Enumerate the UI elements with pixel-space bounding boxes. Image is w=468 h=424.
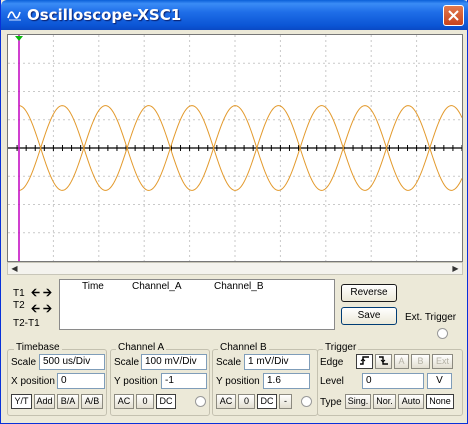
scroll-right-icon[interactable]: ▶ <box>449 263 462 274</box>
t2-label: T2 <box>13 300 25 311</box>
channel-a-ypos-field[interactable]: -1 <box>161 373 207 389</box>
mode-add-button[interactable]: Add <box>34 394 55 409</box>
scroll-left-icon[interactable]: ◀ <box>8 263 21 274</box>
oscilloscope-screen[interactable] <box>7 34 463 262</box>
trigger-type-single-button[interactable]: Sing. <box>345 394 371 409</box>
channel-a-dc-button[interactable]: DC <box>156 394 176 409</box>
mode-ab-button[interactable]: A/B <box>81 394 103 409</box>
falling-edge-icon <box>379 356 388 365</box>
channel-b-ypos-field[interactable]: 1.6 <box>263 373 310 389</box>
ext-trigger-label: Ext. Trigger <box>405 312 457 323</box>
channel-b-scale-label: Scale <box>216 357 242 368</box>
level-label: Level <box>320 376 344 387</box>
measurement-readout: Time Channel_A Channel_B <box>59 279 335 330</box>
channel-b-terminal[interactable] <box>301 396 312 407</box>
channel-a-terminal[interactable] <box>195 396 206 407</box>
readout-header-channel-a: Channel_A <box>132 281 182 292</box>
t2-t1-label: T2-T1 <box>13 318 40 329</box>
channel-b-title: Channel B <box>218 342 269 353</box>
trigger-level-field[interactable]: 0 <box>362 373 424 389</box>
timebase-title: Timebase <box>14 342 62 353</box>
cursor-t1-marker[interactable] <box>15 36 23 41</box>
timebase-scale-label: Scale <box>11 357 37 368</box>
trigger-type-auto-button[interactable]: Auto <box>398 394 424 409</box>
trigger-type-label: Type <box>320 397 342 408</box>
center-axis <box>8 145 462 151</box>
t1-right-arrow-icon[interactable]: 🡪 <box>42 288 53 299</box>
ext-trigger-terminal[interactable] <box>437 328 448 339</box>
x-position-field[interactable]: 0 <box>57 373 105 389</box>
rising-edge-button[interactable] <box>356 354 373 369</box>
title-bar[interactable]: Oscilloscope-XSC1 <box>1 0 468 30</box>
save-button[interactable]: Save <box>341 307 397 325</box>
rising-edge-icon <box>360 356 369 365</box>
oscilloscope-window: Oscilloscope-XSC1 ◀ ▶ T1 🡨 🡪 T2 🡨 🡪 T2-T… <box>0 0 468 424</box>
trigger-title: Trigger <box>323 342 359 353</box>
channel-a-scale-field[interactable]: 100 mV/Div <box>141 354 207 370</box>
trigger-source-a-button[interactable]: A <box>394 354 409 369</box>
horizontal-scrollbar[interactable]: ◀ ▶ <box>7 262 463 275</box>
channel-b-ac-button[interactable]: AC <box>216 394 236 409</box>
trigger-level-unit[interactable]: V <box>427 373 452 389</box>
channel-a-ypos-label: Y position <box>114 376 158 387</box>
mode-ba-button[interactable]: B/A <box>57 394 79 409</box>
channel-b-dc-button[interactable]: DC <box>257 394 277 409</box>
trigger-source-b-button[interactable]: B <box>411 354 430 369</box>
trigger-source-ext-button[interactable]: Ext <box>432 354 453 369</box>
channel-a-title: Channel A <box>116 342 167 353</box>
channel-b-invert-button[interactable]: - <box>279 394 292 409</box>
channel-a-scale-label: Scale <box>114 357 140 368</box>
oscilloscope-app-icon <box>7 8 23 22</box>
t2-left-arrow-icon[interactable]: 🡨 <box>30 304 41 315</box>
falling-edge-button[interactable] <box>375 354 392 369</box>
channel-a-zero-button[interactable]: 0 <box>136 394 154 409</box>
channel-b-scale-field[interactable]: 1 mV/Div <box>244 354 310 370</box>
channel-b-ypos-label: Y position <box>216 376 260 387</box>
t1-label: T1 <box>13 288 25 299</box>
readout-header-time: Time <box>82 281 104 292</box>
close-icon <box>448 10 459 21</box>
trigger-type-none-button[interactable]: None <box>426 394 454 409</box>
cursor-controls: T1 🡨 🡪 T2 🡨 🡪 T2-T1 <box>11 286 56 332</box>
edge-label: Edge <box>320 357 344 368</box>
close-button[interactable] <box>443 5 464 26</box>
t1-left-arrow-icon[interactable]: 🡨 <box>30 288 41 299</box>
channel-b-zero-button[interactable]: 0 <box>238 394 255 409</box>
window-title: Oscilloscope-XSC1 <box>27 6 182 24</box>
trigger-type-normal-button[interactable]: Nor. <box>373 394 396 409</box>
readout-header-channel-b: Channel_B <box>214 281 264 292</box>
x-position-label: X position <box>11 376 55 387</box>
t2-right-arrow-icon[interactable]: 🡪 <box>42 304 53 315</box>
channel-a-ac-button[interactable]: AC <box>114 394 134 409</box>
reverse-button[interactable]: Reverse <box>341 284 397 302</box>
timebase-scale-field[interactable]: 500 us/Div <box>39 354 105 370</box>
mode-yt-button[interactable]: Y/T <box>11 394 32 409</box>
